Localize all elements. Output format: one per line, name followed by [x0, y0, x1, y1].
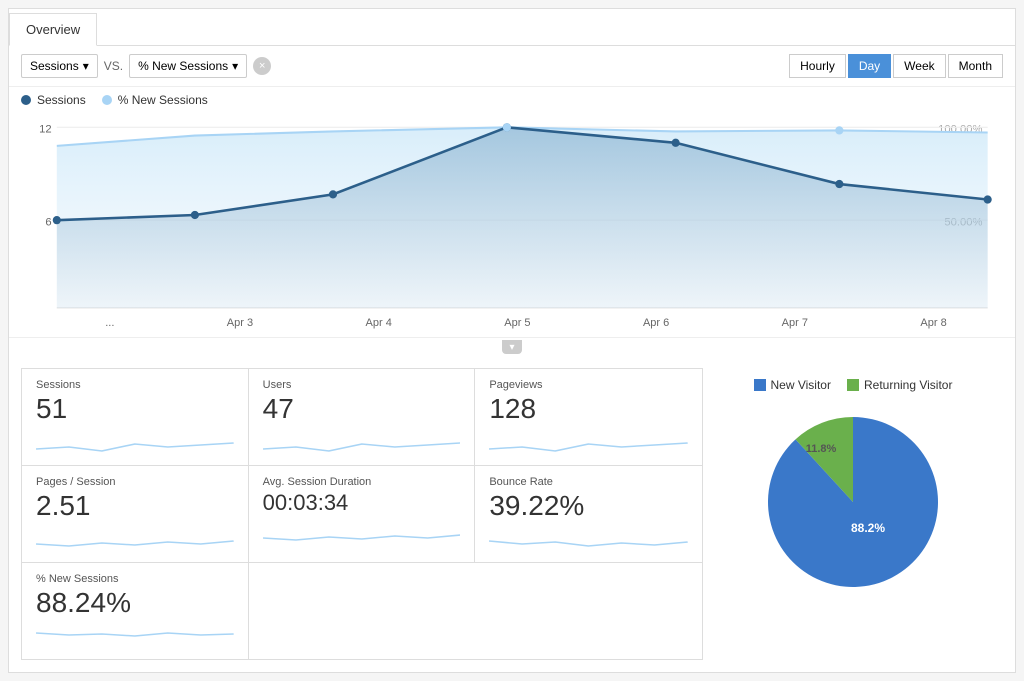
- new-sessions-dot: [102, 95, 112, 105]
- pageviews-sparkline: [489, 429, 688, 459]
- avg-duration-sparkline: [263, 520, 461, 550]
- x-label: Apr 7: [782, 317, 808, 329]
- users-label: Users: [263, 379, 461, 391]
- time-controls: Hourly Day Week Month: [789, 54, 1003, 78]
- new-sessions-pct-label: % New Sessions: [36, 573, 234, 585]
- new-sessions-pct-sparkline: [36, 623, 234, 653]
- x-label: ...: [105, 317, 114, 329]
- pages-session-sparkline: [36, 526, 234, 556]
- x-label: Apr 8: [920, 317, 946, 329]
- hourly-button[interactable]: Hourly: [789, 54, 846, 78]
- returning-visitor-dot: [847, 379, 859, 391]
- users-value: 47: [263, 393, 461, 425]
- bounce-rate-sparkline: [489, 526, 688, 556]
- bounce-rate-value: 39.22%: [489, 490, 688, 522]
- metrics-section: Sessions 51 Users 47: [9, 356, 1015, 672]
- tab-overview[interactable]: Overview: [9, 13, 97, 46]
- sessions-value: 51: [36, 393, 234, 425]
- metric-pageviews: Pageviews 128: [475, 369, 702, 466]
- pie-section: New Visitor Returning Visitor: [703, 368, 1003, 660]
- line-chart: 12 6 100.00% 50.00%: [21, 117, 1003, 313]
- pie-legend: New Visitor Returning Visitor: [754, 378, 953, 392]
- returning-visitor-pct-label: 11.8%: [806, 443, 837, 455]
- chart-area: 12 6 100.00% 50.00%: [9, 113, 1015, 313]
- month-button[interactable]: Month: [948, 54, 1003, 78]
- tab-bar: Overview: [9, 9, 1015, 46]
- tab-overview-label: Overview: [26, 22, 80, 37]
- legend-sessions-label: Sessions: [37, 93, 86, 107]
- metric-users: Users 47: [249, 369, 476, 466]
- new-visitor-legend: New Visitor: [754, 378, 831, 392]
- legend-sessions: Sessions: [21, 93, 86, 107]
- collapse-icon[interactable]: ▾: [502, 340, 522, 354]
- week-button[interactable]: Week: [893, 54, 945, 78]
- toolbar-left: Sessions ▾ VS. % New Sessions ▾ ×: [21, 54, 271, 78]
- chevron-down-icon2: ▾: [232, 59, 238, 73]
- returning-visitor-label: Returning Visitor: [864, 378, 953, 392]
- svg-text:12: 12: [39, 123, 52, 135]
- chart-legend: Sessions % New Sessions: [9, 87, 1015, 113]
- avg-duration-label: Avg. Session Duration: [263, 476, 461, 488]
- toolbar: Sessions ▾ VS. % New Sessions ▾ × Hourly…: [9, 46, 1015, 87]
- sessions-dot: [21, 95, 31, 105]
- metrics-grid: Sessions 51 Users 47: [21, 368, 703, 660]
- metric1-label: Sessions: [30, 59, 79, 73]
- metric-avg-duration: Avg. Session Duration 00:03:34: [249, 466, 476, 563]
- legend-new-sessions: % New Sessions: [102, 93, 208, 107]
- x-label: Apr 5: [504, 317, 530, 329]
- metric1-dropdown[interactable]: Sessions ▾: [21, 54, 98, 78]
- pie-chart: 88.2% 11.8%: [753, 402, 953, 602]
- x-label: Apr 3: [227, 317, 253, 329]
- legend-new-sessions-label: % New Sessions: [118, 93, 208, 107]
- x-axis: ... Apr 3 Apr 4 Apr 5 Apr 6 Apr 7 Apr 8: [9, 313, 1015, 338]
- users-sparkline: [263, 429, 461, 459]
- pie-svg: 88.2% 11.8%: [753, 402, 953, 602]
- bounce-rate-label: Bounce Rate: [489, 476, 688, 488]
- x-label: Apr 6: [643, 317, 669, 329]
- metric-pages-session: Pages / Session 2.51: [22, 466, 249, 563]
- returning-visitor-legend: Returning Visitor: [847, 378, 953, 392]
- pages-session-label: Pages / Session: [36, 476, 234, 488]
- new-visitor-dot: [754, 379, 766, 391]
- vs-label: VS.: [104, 59, 123, 73]
- new-sessions-pct-value: 88.24%: [36, 587, 234, 619]
- new-visitor-label: New Visitor: [771, 378, 831, 392]
- svg-text:6: 6: [45, 216, 51, 228]
- remove-metric-button[interactable]: ×: [253, 57, 271, 75]
- metrics-grid-container: Sessions 51 Users 47: [21, 368, 703, 660]
- main-container: Overview Sessions ▾ VS. % New Sessions ▾…: [8, 8, 1016, 673]
- metric-new-sessions-pct: % New Sessions 88.24%: [22, 563, 249, 659]
- metric-bounce-rate: Bounce Rate 39.22%: [475, 466, 702, 563]
- avg-duration-value: 00:03:34: [263, 490, 461, 516]
- day-button[interactable]: Day: [848, 54, 891, 78]
- collapse-section: ▾: [9, 338, 1015, 356]
- sessions-label: Sessions: [36, 379, 234, 391]
- sessions-sparkline: [36, 429, 234, 459]
- metric2-label: % New Sessions: [138, 59, 228, 73]
- pages-session-value: 2.51: [36, 490, 234, 522]
- pageviews-value: 128: [489, 393, 688, 425]
- chevron-down-icon: ▾: [83, 59, 89, 73]
- pageviews-label: Pageviews: [489, 379, 688, 391]
- metric-sessions: Sessions 51: [22, 369, 249, 466]
- new-visitor-pct-label: 88.2%: [851, 521, 885, 535]
- metric2-dropdown[interactable]: % New Sessions ▾: [129, 54, 247, 78]
- x-label: Apr 4: [366, 317, 392, 329]
